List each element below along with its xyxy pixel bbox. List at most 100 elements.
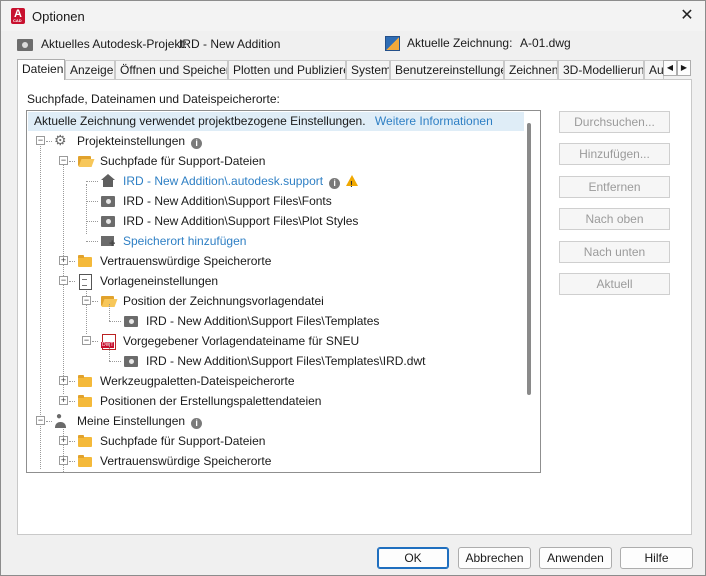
autocad-logo-icon: A CAD: [11, 8, 25, 24]
panel-label: Suchpfade, Dateinamen und Dateispeichero…: [27, 92, 280, 106]
user-settings-icon: [54, 411, 70, 428]
document-icon: [77, 274, 93, 290]
expand-toggle[interactable]: +: [59, 396, 68, 405]
folder-open-icon: [100, 294, 116, 308]
tree-connector: [69, 161, 75, 162]
tree-connector: [69, 281, 75, 282]
collapse-toggle[interactable]: −: [36, 136, 45, 145]
tree-item-my-trusted-locations[interactable]: Vertrauenswürdige Speicherorte: [100, 453, 271, 471]
move-down-button[interactable]: Nach unten: [559, 241, 670, 263]
tree-item-template-settings[interactable]: Vorlageneinstellungen: [100, 273, 218, 291]
tree-connector: [86, 181, 98, 182]
collapse-toggle[interactable]: −: [82, 296, 91, 305]
project-icon: [17, 39, 33, 51]
tree-item-template-location[interactable]: Position der Zeichnungsvorlagendatei: [123, 293, 324, 311]
path-icon: [100, 214, 116, 228]
tab-anzeige[interactable]: Anzeige: [65, 60, 115, 79]
tree-item-trusted-locations[interactable]: Vertrauenswürdige Speicherorte: [100, 253, 271, 271]
cancel-button[interactable]: Abbrechen: [458, 547, 531, 569]
tree-item-label: Meine Einstellungen: [77, 414, 186, 428]
set-current-button[interactable]: Aktuell: [559, 273, 670, 295]
tree-item-support-path-1[interactable]: IRD - New Addition\.autodesk.support i!: [123, 173, 359, 191]
ok-button[interactable]: OK: [377, 547, 449, 569]
tree-item-label: IRD - New Addition\.autodesk.support: [123, 174, 324, 188]
folder-icon: [77, 434, 93, 448]
tree-connector: [109, 361, 121, 362]
tree-connector: [69, 441, 75, 442]
tree-connector: [46, 421, 52, 422]
tree-guide: [86, 184, 87, 234]
banner-text: Aktuelle Zeichnung verwendet projektbezo…: [34, 114, 366, 128]
tree-item-support-path-3[interactable]: IRD - New Addition\Support Files\Plot St…: [123, 213, 358, 231]
project-settings-banner: Aktuelle Zeichnung verwendet projektbezo…: [28, 112, 524, 131]
path-icon: [123, 354, 139, 368]
tab-truncated[interactable]: Au: [644, 60, 664, 79]
expand-toggle[interactable]: +: [59, 376, 68, 385]
tree-item-project-settings[interactable]: Projekteinstellungen i: [77, 133, 203, 151]
folder-icon: [77, 454, 93, 468]
tree-item-template-location-path[interactable]: IRD - New Addition\Support Files\Templat…: [146, 313, 379, 331]
apply-button[interactable]: Anwenden: [539, 547, 612, 569]
tree-connector: [92, 301, 98, 302]
collapse-toggle[interactable]: −: [36, 416, 45, 425]
collapse-toggle[interactable]: −: [82, 336, 91, 345]
add-button[interactable]: Hinzufügen...: [559, 143, 670, 165]
drawing-label: Aktuelle Zeichnung:: [407, 36, 513, 50]
tree-connector: [86, 221, 98, 222]
more-info-link[interactable]: Weitere Informationen: [375, 114, 493, 128]
close-button[interactable]: ✕: [675, 4, 699, 28]
folder-icon: [77, 254, 93, 268]
window-title: Optionen: [32, 9, 85, 24]
help-button[interactable]: Hilfe: [620, 547, 693, 569]
dwt-file-icon: [100, 334, 116, 350]
options-dialog: A CAD Optionen ✕ Aktuelles Autodesk-Proje…: [0, 0, 706, 576]
tree-connector: [69, 381, 75, 382]
tree-item-support-path-2[interactable]: IRD - New Addition\Support Files\Fonts: [123, 193, 332, 211]
tree-scrollbar[interactable]: [527, 123, 531, 395]
tab-scroll-left-button[interactable]: ◀: [663, 60, 677, 76]
tree-item-my-support-paths[interactable]: Suchpfade für Support-Dateien: [100, 433, 265, 451]
expand-toggle[interactable]: +: [59, 456, 68, 465]
tab-benutzereinstellungen[interactable]: Benutzereinstellungen: [390, 60, 504, 79]
tree-item-tool-palettes[interactable]: Werkzeugpaletten-Dateispeicherorte: [100, 373, 295, 391]
expand-toggle[interactable]: +: [59, 436, 68, 445]
info-icon[interactable]: i: [191, 418, 203, 429]
collapse-toggle[interactable]: −: [59, 276, 68, 285]
tab-system[interactable]: System: [346, 60, 390, 79]
tree-guide: [109, 344, 110, 361]
move-up-button[interactable]: Nach oben: [559, 208, 670, 230]
drawing-icon: [385, 36, 400, 51]
path-icon: [123, 314, 139, 328]
tree-guide: [86, 284, 87, 334]
tab-3d-modellierung[interactable]: 3D-Modellierung: [558, 60, 644, 79]
tree-item-default-template[interactable]: Vorgegebener Vorlagendateiname für SNEU: [123, 333, 359, 351]
tree-connector: [86, 201, 98, 202]
files-panel: Suchpfade, Dateinamen und Dateispeichero…: [17, 79, 692, 535]
path-icon: [100, 194, 116, 208]
add-location-link[interactable]: Speicherort hinzufügen: [123, 233, 246, 251]
collapse-toggle[interactable]: −: [59, 156, 68, 165]
title-bar: A CAD Optionen ✕: [1, 1, 705, 31]
folder-open-icon: [77, 154, 93, 168]
remove-button[interactable]: Entfernen: [559, 176, 670, 198]
files-tree[interactable]: Aktuelle Zeichnung verwendet projektbezo…: [26, 110, 541, 473]
project-settings-icon: [54, 132, 70, 149]
tree-item-default-template-path[interactable]: IRD - New Addition\Support Files\Templat…: [146, 353, 425, 371]
tree-item-support-paths[interactable]: Suchpfade für Support-Dateien: [100, 153, 265, 171]
expand-toggle[interactable]: +: [59, 256, 68, 265]
info-icon[interactable]: i: [329, 178, 341, 189]
tab-plotten-publizieren[interactable]: Plotten und Publizieren: [228, 60, 346, 79]
browse-button[interactable]: Durchsuchen...: [559, 111, 670, 133]
tree-item-my-settings[interactable]: Meine Einstellungen i: [77, 413, 203, 431]
folder-icon: [77, 394, 93, 408]
folder-icon: [77, 374, 93, 388]
tab-strip: Dateien Anzeige Öffnen und Speichern Plo…: [17, 59, 693, 80]
info-icon[interactable]: i: [191, 138, 203, 149]
tree-item-authoring-palettes[interactable]: Positionen der Erstellungspalettendateie…: [100, 393, 321, 411]
tab-zeichnen[interactable]: Zeichnen: [504, 60, 558, 79]
tab-dateien[interactable]: Dateien: [17, 59, 65, 80]
tab-scroll-right-button[interactable]: ▶: [677, 60, 691, 76]
warning-icon[interactable]: !: [346, 175, 359, 189]
tab-oeffnen-speichern[interactable]: Öffnen und Speichern: [115, 60, 228, 79]
tree-connector: [69, 461, 75, 462]
